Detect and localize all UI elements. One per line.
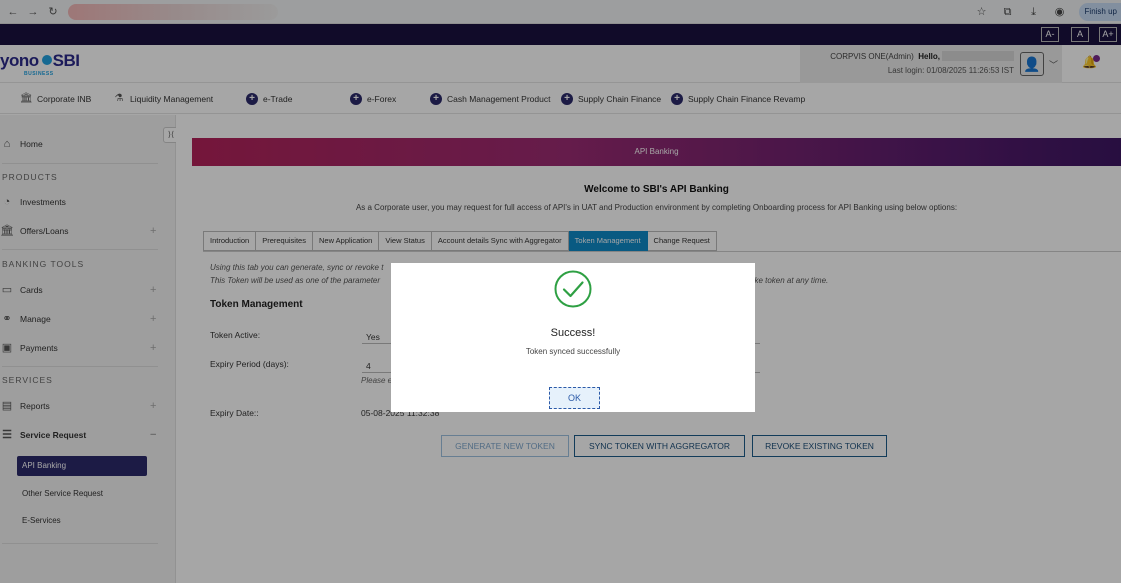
ok-button[interactable]: OK xyxy=(549,387,600,409)
dialog-title: Success! xyxy=(550,327,596,339)
success-check-icon xyxy=(554,270,592,308)
dialog-message: Token synced successfully xyxy=(525,347,621,356)
success-dialog: Success! Token synced successfully OK xyxy=(391,263,755,412)
